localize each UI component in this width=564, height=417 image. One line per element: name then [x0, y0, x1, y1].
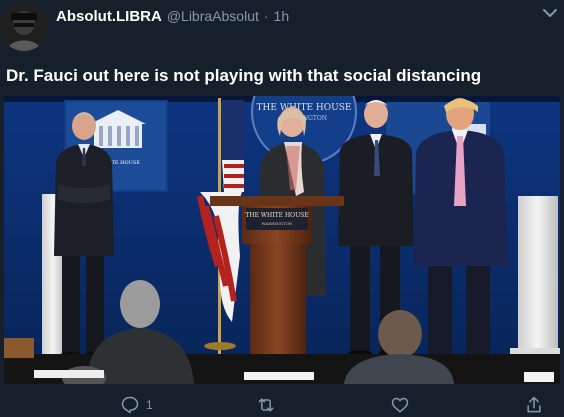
- display-name[interactable]: Absolut.LIBRA: [56, 8, 162, 25]
- retweet-button[interactable]: [256, 394, 282, 416]
- user-handle[interactable]: @LibraAbsolut: [167, 8, 259, 24]
- retweet-icon: [258, 398, 274, 412]
- reply-button[interactable]: 1: [120, 394, 153, 416]
- avatar[interactable]: [0, 3, 48, 51]
- tweet: Absolut.LIBRA @LibraAbsolut · 1h Dr. Fau…: [0, 0, 564, 417]
- like-button[interactable]: [390, 394, 416, 416]
- chevron-down-icon[interactable]: [542, 6, 558, 20]
- reply-count: 1: [146, 398, 153, 412]
- reply-icon: [121, 396, 139, 414]
- share-button[interactable]: [524, 394, 544, 416]
- tweet-media-photo[interactable]: WHITE HOUSE THE WHITE HOUSE WASHINGTON: [4, 96, 560, 384]
- timestamp[interactable]: 1h: [274, 8, 290, 24]
- share-icon: [527, 396, 541, 413]
- tweet-header: Absolut.LIBRA @LibraAbsolut · 1h: [56, 6, 289, 26]
- podium-title: THE WHITE HOUSE: [245, 212, 308, 219]
- heart-icon: [391, 397, 409, 413]
- separator: ·: [263, 8, 269, 24]
- podium-subtitle: WASHINGTON: [262, 221, 293, 226]
- tweet-text: Dr. Fauci out here is not playing with t…: [6, 66, 482, 85]
- tweet-actions: 1: [0, 390, 564, 417]
- backdrop-title: THE WHITE HOUSE: [257, 103, 352, 113]
